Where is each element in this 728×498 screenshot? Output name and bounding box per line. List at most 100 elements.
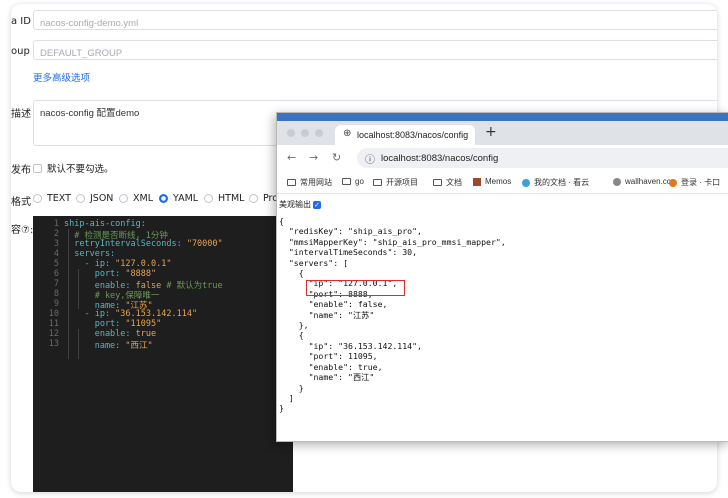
folder-icon — [373, 179, 382, 186]
json-response: { "redisKey": "ship_ais_pro", "mmsiMappe… — [279, 216, 506, 414]
tab-bar: ⊕ localhost:8083/nacos/config + — [277, 121, 728, 145]
address-bar[interactable]: ⓘ localhost:8083/nacos/config — [357, 148, 728, 168]
bookmark-item[interactable]: 常用网站 — [287, 177, 332, 188]
description-label: 描述 — [11, 109, 31, 120]
json-line: "ip": "36.153.142.114", — [279, 340, 422, 351]
publish-checkbox[interactable] — [33, 163, 42, 173]
line-number: 9 — [53, 299, 59, 309]
format-radio-json[interactable]: JSON — [76, 193, 113, 204]
kancloud-icon — [522, 178, 530, 187]
bookmark-item[interactable]: 开源项目 — [373, 177, 418, 188]
json-line: ] — [279, 392, 294, 403]
line-number: 13 — [48, 339, 59, 349]
publish-label: 发布 — [11, 165, 31, 176]
publish-option[interactable]: 默认不要勾选。 — [33, 161, 114, 175]
line-number: 8 — [53, 289, 59, 299]
json-line: "name": "江苏" — [279, 309, 375, 320]
format-json-label: JSON — [90, 193, 114, 204]
info-icon[interactable]: ⓘ — [365, 151, 375, 166]
json-line: "enable": true, — [279, 361, 383, 372]
line-number: 7 — [53, 279, 59, 289]
code-line: port: "11095" — [64, 319, 162, 329]
json-line: }, — [279, 320, 309, 331]
bookmark-item[interactable]: go — [342, 177, 364, 186]
line-number: 2 — [53, 229, 59, 239]
forward-arrow-icon[interactable]: → — [309, 151, 318, 164]
json-line: "servers": [ — [279, 257, 349, 268]
folder-icon — [342, 178, 351, 185]
pretty-print-label: 美观输出 — [279, 200, 311, 209]
data-id-label: a ID — [11, 16, 31, 27]
json-line: { — [279, 330, 304, 341]
back-arrow-icon[interactable]: ← — [287, 151, 296, 164]
format-text-label: TEXT — [47, 193, 71, 204]
background-window-strip — [277, 113, 728, 121]
format-radio-text[interactable]: TEXT — [33, 193, 71, 204]
content-label: 容⑦: — [11, 225, 34, 236]
close-window-button[interactable] — [287, 129, 295, 137]
folder-icon — [287, 179, 296, 186]
json-line: "intervalTimeSeconds": 30, — [279, 247, 418, 258]
group-label: oup — [11, 46, 30, 57]
code-line: - ip: "127.0.0.1" — [64, 259, 172, 269]
bookmark-item[interactable]: Memos — [473, 177, 511, 186]
bookmark-label: 常用网站 — [300, 178, 332, 187]
radio-icon — [249, 194, 258, 203]
pretty-print-toggle[interactable]: 美观输出 ✓ — [279, 199, 321, 210]
checkbox-checked-icon[interactable]: ✓ — [313, 200, 321, 209]
group-field[interactable] — [33, 40, 717, 63]
format-yaml-label: YAML — [173, 193, 199, 204]
advanced-options-link[interactable]: 更多高级选项 — [33, 70, 90, 84]
line-number: 4 — [53, 249, 59, 259]
bookmark-label: wallhaven.cc — [625, 177, 671, 186]
json-line: "mmsiMapperKey": "ship_ais_pro_mmsi_mapp… — [279, 236, 506, 247]
bookmark-label: go — [355, 177, 364, 186]
memos-icon — [473, 177, 481, 186]
maximize-window-button[interactable] — [315, 129, 323, 137]
format-radio-xml[interactable]: XML — [119, 193, 153, 204]
bookmark-item[interactable]: 文档 — [433, 177, 462, 188]
group-input[interactable] — [34, 44, 717, 63]
bookmark-item[interactable]: 登录 · 卡口 — [669, 177, 720, 188]
radio-icon — [76, 194, 85, 203]
line-number: 10 — [48, 309, 59, 319]
browser-window: ⊕ localhost:8083/nacos/config + ← → ↻ ⓘ … — [276, 112, 728, 442]
bookmark-label: Memos — [485, 177, 512, 186]
folder-icon — [433, 179, 442, 186]
url-text: localhost:8083/nacos/config — [381, 153, 499, 164]
code-line: port: "8888" — [64, 269, 157, 279]
radio-icon — [119, 194, 128, 203]
bookmark-item[interactable]: 我的文档 · 看云 — [522, 177, 589, 188]
json-line: "port": 11095, — [279, 351, 378, 362]
bookmark-label: 文档 — [446, 178, 462, 187]
format-radio-yaml[interactable]: YAML — [159, 193, 198, 204]
data-id-field[interactable] — [33, 10, 717, 33]
code-line: name: "西江" — [64, 341, 153, 351]
plus-icon[interactable]: + — [485, 124, 497, 140]
yaml-code-editor[interactable]: 1 ship-ais-config: 2 # 检测是否断线, 1分钟 3 retryI… — [33, 216, 293, 492]
wallhaven-icon — [613, 177, 621, 186]
json-line: "redisKey": "ship_ais_pro", — [279, 226, 422, 237]
json-line: "enable": false, — [279, 299, 388, 310]
line-number: 11 — [48, 319, 59, 329]
tab-title: localhost:8083/nacos/config — [357, 130, 469, 140]
navigation-bar: ← → ↻ ⓘ localhost:8083/nacos/config — [277, 145, 728, 171]
json-line: { — [279, 268, 304, 279]
globe-icon: ⊕ — [343, 128, 352, 139]
json-line: "name": "西江" — [279, 372, 375, 383]
json-line: { — [279, 216, 284, 226]
login-icon — [669, 178, 677, 187]
line-number: 5 — [53, 259, 59, 269]
code-line: retryIntervalSeconds: "70000" — [64, 239, 223, 249]
data-id-input[interactable] — [34, 14, 717, 33]
json-line: } — [279, 382, 304, 393]
reload-icon[interactable]: ↻ — [332, 151, 341, 164]
line-number: 6 — [53, 269, 59, 279]
minimize-window-button[interactable] — [301, 129, 309, 137]
browser-tab[interactable]: ⊕ localhost:8083/nacos/config — [335, 125, 475, 145]
bookmark-label: 开源项目 — [386, 178, 418, 187]
line-number: 1 — [53, 219, 59, 229]
bookmark-item[interactable]: wallhaven.cc — [613, 177, 671, 186]
format-radio-html[interactable]: HTML — [204, 193, 244, 204]
code-line: - ip: "36.153.142.114" — [64, 309, 198, 319]
